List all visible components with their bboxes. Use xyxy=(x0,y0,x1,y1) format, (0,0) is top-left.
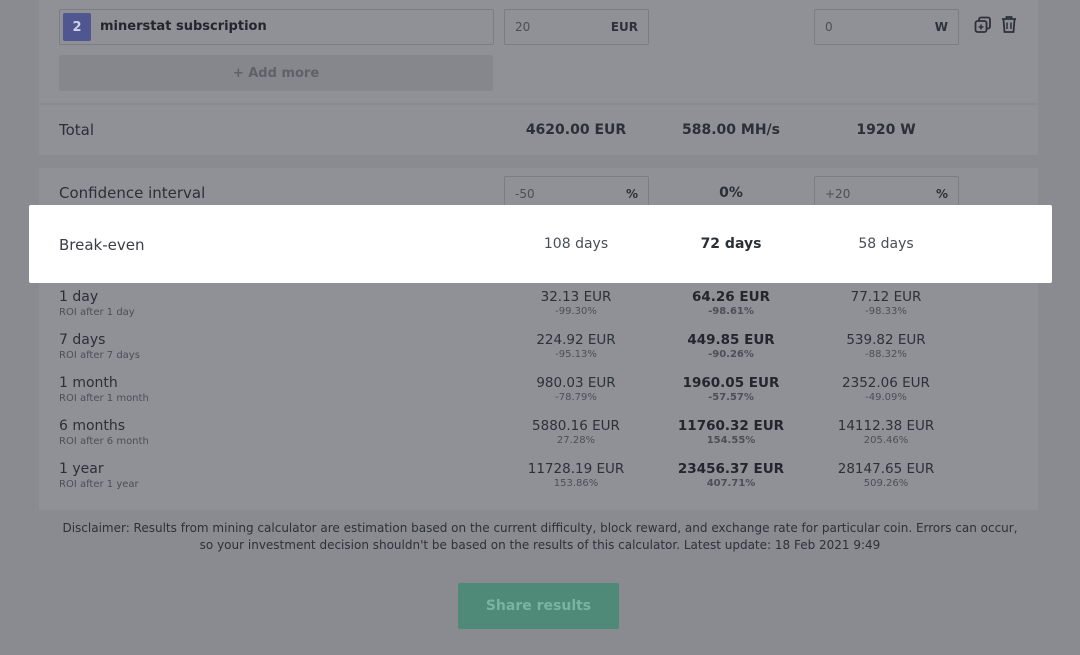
profit-row-7-days: 7 days ROI after 7 days 224.92 EUR -95.13… xyxy=(39,332,1038,375)
row-low-value: 32.13 EUR xyxy=(540,289,612,305)
total-power: 1920 W xyxy=(856,122,916,138)
item-power-value: 0 xyxy=(825,20,833,34)
confidence-low-unit: % xyxy=(625,187,638,201)
row-mid-value: 11760.32 EUR xyxy=(677,418,785,434)
row-high: 28147.65 EUR 509.26% xyxy=(806,461,966,489)
row-high-pct: 509.26% xyxy=(863,478,909,489)
row-low-value: 224.92 EUR xyxy=(536,332,616,348)
row-high-value: 77.12 EUR xyxy=(850,289,922,305)
item-cost-value: 20 xyxy=(515,20,531,34)
row-low: 11728.19 EUR 153.86% xyxy=(496,461,656,489)
confidence-low-value: -50 xyxy=(515,187,535,201)
row-mid-value: 1960.05 EUR xyxy=(682,375,780,391)
row-low-pct: -78.79% xyxy=(555,392,597,403)
row-sublabel: ROI after 6 month xyxy=(59,436,149,447)
row-mid-pct: 154.55% xyxy=(706,435,756,446)
row-high: 2352.06 EUR -49.09% xyxy=(806,375,966,403)
row-high-pct: -98.33% xyxy=(865,306,907,317)
item-index-badge: 2 xyxy=(63,13,91,41)
item-power-field[interactable]: 0 W xyxy=(814,9,959,45)
row-mid: 449.85 EUR -90.26% xyxy=(651,332,811,360)
row-sublabel: ROI after 1 month xyxy=(59,393,149,404)
row-low: 224.92 EUR -95.13% xyxy=(496,332,656,360)
total-label: Total xyxy=(59,121,95,139)
row-mid-pct: -57.57% xyxy=(708,392,754,403)
row-high-value: 2352.06 EUR xyxy=(842,375,930,391)
item-power-unit: W xyxy=(934,20,948,34)
row-label: 6 months xyxy=(59,418,126,434)
row-high-value: 14112.38 EUR xyxy=(837,418,935,434)
disclaimer-text: Disclaimer: Results from mining calculat… xyxy=(62,521,1018,552)
trash-icon[interactable] xyxy=(1000,15,1020,35)
profit-row-6-months: 6 months ROI after 6 month 5880.16 EUR 27… xyxy=(39,418,1038,461)
row-sublabel: ROI after 1 day xyxy=(59,307,135,318)
duplicate-icon[interactable] xyxy=(974,16,994,36)
row-label: 1 day xyxy=(59,289,99,305)
row-mid-value: 23456.37 EUR xyxy=(677,461,785,477)
row-high-value: 539.82 EUR xyxy=(846,332,926,348)
row-low-pct: 27.28% xyxy=(556,435,596,446)
break-even-row: Break-even 108 days 72 days 58 days xyxy=(29,205,1052,283)
row-mid-pct: -98.61% xyxy=(708,306,754,317)
row-low-pct: 153.86% xyxy=(553,478,599,489)
row-low-value: 980.03 EUR xyxy=(536,375,616,391)
row-mid-value: 64.26 EUR xyxy=(692,289,770,305)
confidence-mid: 0% xyxy=(719,185,743,201)
row-low: 32.13 EUR -99.30% xyxy=(496,289,656,317)
row-sublabel: ROI after 7 days xyxy=(59,350,140,361)
row-high-pct: 205.46% xyxy=(863,435,909,446)
row-mid-pct: -90.26% xyxy=(708,349,754,360)
row-mid-value: 449.85 EUR xyxy=(687,332,775,348)
row-mid: 64.26 EUR -98.61% xyxy=(651,289,811,317)
row-high: 539.82 EUR -88.32% xyxy=(806,332,966,360)
total-card: Total 4620.00 EUR 588.00 MH/s 1920 W xyxy=(39,105,1038,155)
confidence-high-value: +20 xyxy=(825,187,851,201)
row-low: 5880.16 EUR 27.28% xyxy=(496,418,656,446)
break-even-low: 108 days xyxy=(543,236,609,252)
total-cost: 4620.00 EUR xyxy=(525,122,627,138)
row-label: 1 month xyxy=(59,375,118,391)
row-mid-pct: 407.71% xyxy=(706,478,756,489)
row-high: 77.12 EUR -98.33% xyxy=(806,289,966,317)
row-low-pct: -99.30% xyxy=(555,306,597,317)
break-even-mid: 72 days xyxy=(700,236,762,252)
item-name: minerstat subscription xyxy=(100,19,267,34)
profit-row-1-month: 1 month ROI after 1 month 980.03 EUR -78.… xyxy=(39,375,1038,418)
row-low-value: 5880.16 EUR xyxy=(532,418,620,434)
profit-row-1-day: 1 day ROI after 1 day 32.13 EUR -99.30% 6… xyxy=(39,289,1038,332)
item-name-field[interactable]: 2 minerstat subscription xyxy=(59,9,494,45)
row-low-value: 11728.19 EUR xyxy=(527,461,625,477)
add-more-button[interactable]: + Add more xyxy=(59,55,493,91)
row-low: 980.03 EUR -78.79% xyxy=(496,375,656,403)
row-mid: 23456.37 EUR 407.71% xyxy=(651,461,811,489)
row-high-pct: -88.32% xyxy=(865,349,907,360)
row-mid: 11760.32 EUR 154.55% xyxy=(651,418,811,446)
row-high-pct: -49.09% xyxy=(865,392,907,403)
row-label: 7 days xyxy=(59,332,106,348)
total-hashrate: 588.00 MH/s xyxy=(682,122,780,138)
confidence-label: Confidence interval xyxy=(59,184,206,202)
break-even-high: 58 days xyxy=(858,236,914,252)
confidence-high-unit: % xyxy=(935,187,948,201)
item-cost-field[interactable]: 20 EUR xyxy=(504,9,649,45)
row-mid: 1960.05 EUR -57.57% xyxy=(651,375,811,403)
row-low-pct: -95.13% xyxy=(555,349,597,360)
row-label: 1 year xyxy=(59,461,104,477)
row-high: 14112.38 EUR 205.46% xyxy=(806,418,966,446)
row-sublabel: ROI after 1 year xyxy=(59,479,139,490)
item-cost-unit: EUR xyxy=(610,20,638,34)
row-high-value: 28147.65 EUR xyxy=(837,461,935,477)
break-even-label: Break-even xyxy=(59,236,145,254)
share-results-button[interactable]: Share results xyxy=(458,583,619,629)
profit-row-1-year: 1 year ROI after 1 year 11728.19 EUR 153.… xyxy=(39,461,1038,504)
